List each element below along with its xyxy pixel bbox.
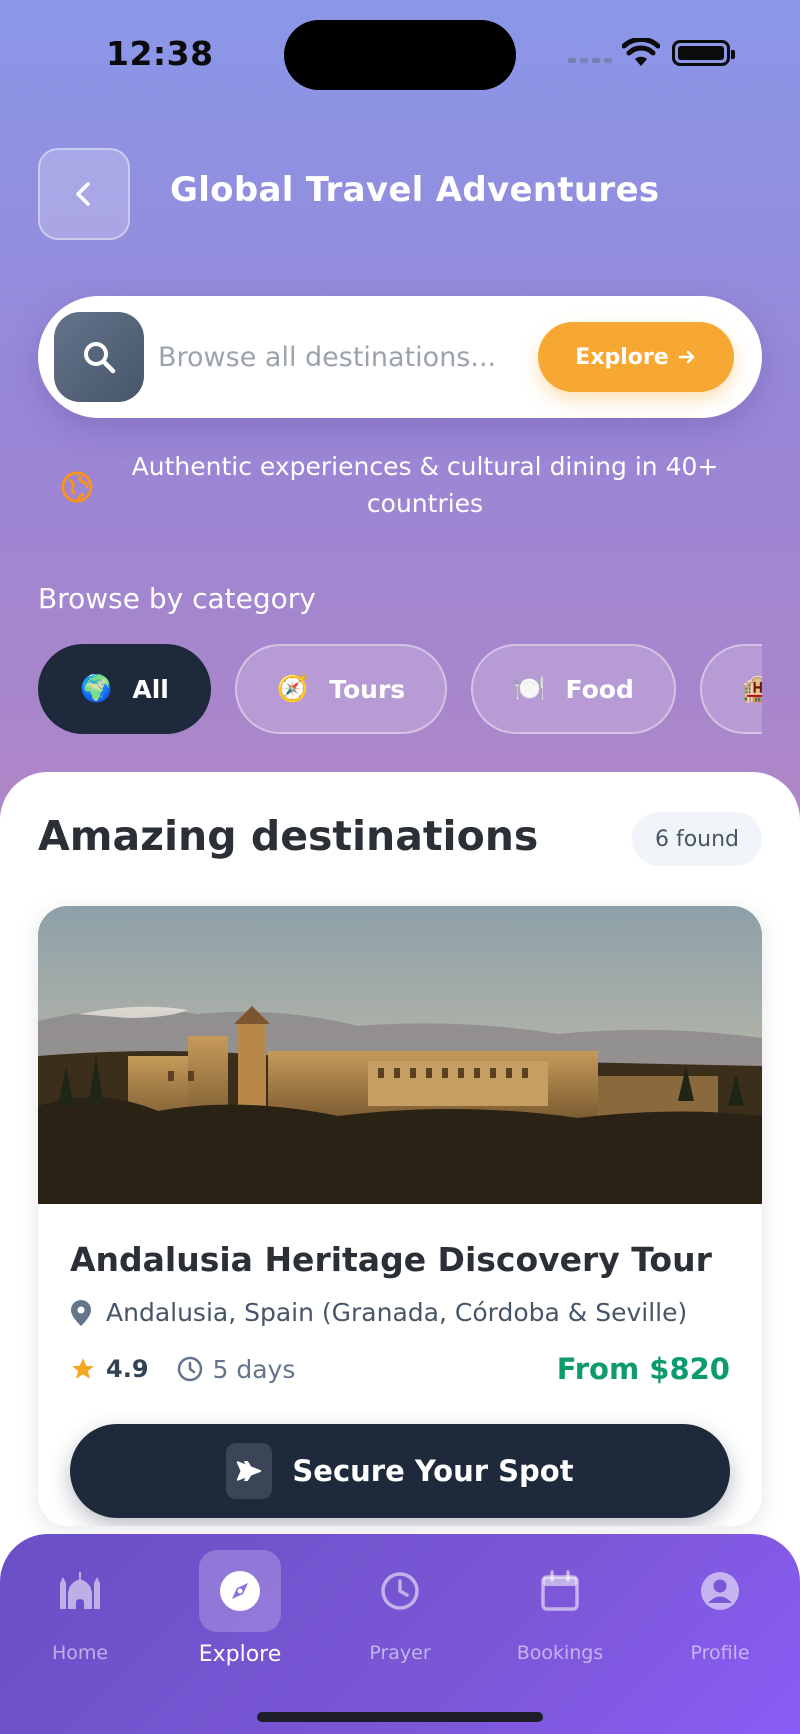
page-title: Global Travel Adventures	[170, 170, 660, 210]
results-title: Amazing destinations	[38, 812, 539, 860]
destination-duration: 5 days	[177, 1354, 296, 1384]
explore-button-label: Explore	[575, 344, 669, 370]
tab-bookings[interactable]: Bookings	[490, 1550, 630, 1664]
destination-image	[38, 906, 762, 1204]
category-chips: 🌍 All 🧭 Tours 🍽️ Food 🏨 H	[38, 644, 762, 736]
tab-label: Profile	[690, 1642, 750, 1664]
search-input[interactable]	[158, 328, 578, 386]
status-time: 12:38	[106, 34, 214, 73]
back-button[interactable]	[38, 148, 130, 240]
destination-price: From $820	[556, 1352, 730, 1386]
explore-button[interactable]: Explore	[538, 322, 734, 392]
dynamic-island	[284, 20, 516, 90]
tab-explore[interactable]: Explore	[170, 1550, 310, 1667]
destination-card[interactable]: Andalusia Heritage Discovery Tour Andalu…	[38, 906, 762, 1526]
category-chip-tours[interactable]: 🧭 Tours	[234, 644, 448, 734]
status-bar: 12:38	[0, 0, 800, 110]
calendar-icon	[519, 1550, 601, 1632]
hotel-emoji-icon: 🏨	[741, 674, 762, 704]
compass-emoji-icon: 🧭	[276, 674, 310, 704]
globe-emoji-icon: 🌍	[80, 674, 113, 704]
destination-rating: 4.9	[70, 1355, 149, 1383]
battery-icon	[672, 40, 735, 66]
search-bar: Explore	[38, 296, 762, 418]
wifi-icon	[622, 38, 660, 66]
secure-your-spot-button[interactable]: Secure Your Spot	[70, 1424, 730, 1518]
category-chip-label: All	[132, 674, 169, 704]
tab-prayer[interactable]: Prayer	[330, 1550, 470, 1664]
star-icon	[72, 1358, 94, 1379]
search-icon	[84, 342, 116, 374]
category-chip-label: Food	[565, 674, 634, 704]
chevron-left-icon	[76, 182, 90, 206]
plane-icon	[226, 1443, 273, 1499]
user-circle-icon	[679, 1550, 761, 1632]
tab-label: Home	[51, 1642, 109, 1664]
compass-icon	[199, 1550, 281, 1632]
info-text: Authentic experiences & cultural dining …	[131, 452, 719, 518]
tab-label: Explore	[198, 1642, 282, 1667]
tab-label: Prayer	[369, 1642, 431, 1664]
alhambra-illustration	[38, 906, 762, 1204]
plate-emoji-icon: 🍽️	[513, 674, 546, 704]
tab-home[interactable]: Home	[10, 1550, 150, 1664]
destination-title: Andalusia Heritage Discovery Tour	[70, 1240, 712, 1279]
results-count-badge: 6 found	[632, 812, 762, 866]
rating-value: 4.9	[106, 1355, 149, 1383]
tab-profile[interactable]: Profile	[650, 1550, 790, 1664]
destination-meta: 4.9 5 days From $820	[70, 1352, 730, 1386]
arrow-right-icon	[678, 350, 694, 364]
destination-location-text: Andalusia, Spain (Granada, Córdoba & Sev…	[106, 1298, 688, 1327]
category-chip-hotels[interactable]: 🏨 H	[699, 644, 762, 734]
cta-label: Secure Your Spot	[292, 1454, 574, 1488]
destination-location: Andalusia, Spain (Granada, Córdoba & Sev…	[70, 1298, 687, 1327]
clock-icon	[177, 1356, 202, 1382]
home-indicator	[257, 1712, 543, 1722]
category-chip-food[interactable]: 🍽️ Food	[471, 644, 676, 734]
info-row: Authentic experiences & cultural dining …	[60, 448, 760, 522]
location-pin-icon	[71, 1299, 91, 1326]
cellular-signal-icon	[568, 58, 612, 63]
duration-value: 5 days	[212, 1354, 296, 1384]
tab-label: Bookings	[516, 1642, 604, 1664]
clock-icon	[359, 1550, 441, 1632]
category-chip-all[interactable]: 🌍 All	[38, 644, 211, 734]
search-icon-button[interactable]	[54, 312, 144, 402]
category-section-label: Browse by category	[38, 582, 316, 615]
category-chip-label: Tours	[329, 674, 406, 704]
tab-bar: Home Explore Prayer Bookings Profile	[0, 1534, 800, 1734]
mosque-icon	[39, 1550, 121, 1632]
globe-icon	[61, 471, 93, 503]
